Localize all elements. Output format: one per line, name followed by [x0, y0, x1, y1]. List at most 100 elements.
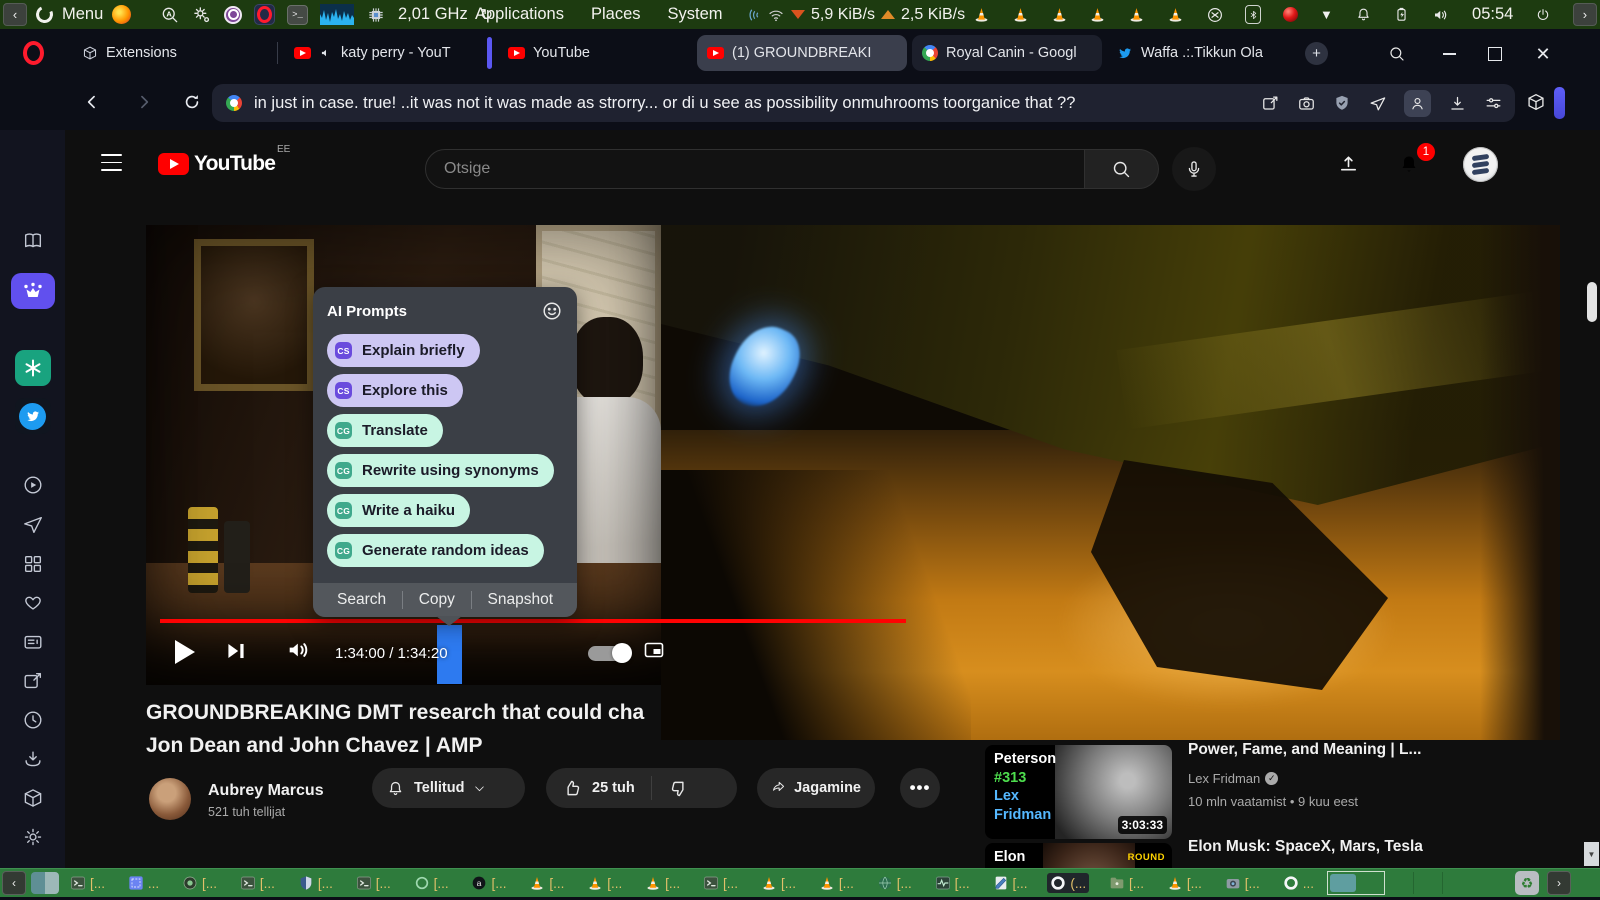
smiley-icon[interactable] [541, 300, 563, 322]
recording-indicator-icon[interactable] [1283, 7, 1299, 22]
sidebar-history[interactable] [0, 709, 65, 731]
prompt-explain-briefly[interactable]: CS Explain briefly [327, 334, 480, 367]
vlc-cone-icon[interactable] [1089, 6, 1106, 23]
bluetooth-icon[interactable] [1245, 5, 1262, 24]
progress-bar[interactable] [160, 619, 906, 623]
distro-logo-icon[interactable] [33, 3, 56, 26]
power-icon[interactable] [1535, 7, 1551, 23]
system-monitor-graph[interactable] [320, 4, 354, 25]
tab-royal-canin[interactable]: Royal Canin - Googl [912, 35, 1102, 71]
sidebar-aria-ai[interactable] [0, 273, 65, 309]
popup-search-button[interactable]: Search [337, 591, 386, 609]
taskbar-collapse-right-button[interactable]: › [1547, 871, 1571, 895]
taskbar-window-button[interactable]: [... [295, 873, 336, 893]
adblock-shield-icon[interactable] [1333, 94, 1351, 112]
terminal-launcher-icon[interactable]: >_ [287, 4, 308, 25]
sidebar-twitter[interactable] [0, 398, 65, 434]
profile-button[interactable] [1404, 89, 1431, 117]
channel-name[interactable]: Aubrey Marcus [208, 782, 324, 800]
vlc-cone-icon[interactable] [1167, 6, 1184, 23]
tab-extensions[interactable]: Extensions [72, 35, 272, 71]
tweaks-sliders-icon[interactable] [1484, 94, 1503, 113]
popup-snapshot-button[interactable]: Snapshot [488, 591, 554, 609]
search-tool-icon[interactable]: A [160, 5, 180, 25]
send-flow-icon[interactable] [1368, 94, 1387, 113]
workspace-switcher[interactable] [1327, 871, 1385, 895]
opera-menu-button[interactable] [16, 37, 50, 69]
sidebar-player[interactable] [0, 474, 65, 496]
share-button[interactable]: Jagamine [757, 768, 875, 808]
clock[interactable]: 05:54 [1472, 5, 1513, 24]
new-tab-button[interactable]: + [1305, 42, 1328, 65]
taskbar-window-button[interactable]: [... [353, 873, 394, 893]
opera-launcher-icon[interactable] [254, 4, 275, 25]
taskbar-window-button[interactable]: [... [932, 873, 973, 893]
minimize-button[interactable] [1436, 44, 1462, 64]
system-menu-button[interactable]: Menu [62, 5, 103, 24]
scrollbar-thumb[interactable] [1587, 282, 1597, 322]
prompt-explore-this[interactable]: CS Explore this [327, 374, 463, 407]
sidebar-bookmarks[interactable] [0, 230, 65, 252]
back-button[interactable] [82, 92, 102, 112]
tab-youtube[interactable]: YouTube [498, 35, 690, 71]
tor-browser-icon[interactable] [224, 5, 242, 24]
vlc-cone-icon[interactable] [973, 6, 990, 23]
sidebar-flow[interactable] [0, 514, 65, 536]
taskbar-window-button[interactable]: (... [1047, 873, 1090, 893]
prompt-write-haiku[interactable]: CG Write a haiku [327, 494, 471, 527]
voice-search-button[interactable] [1172, 147, 1216, 191]
taskbar-window-button[interactable]: [... [874, 873, 915, 893]
tab-waffa[interactable]: Waffa .:.Tikkun Ola [1107, 35, 1297, 71]
address-text[interactable]: in just in case. true! ..it was not it w… [254, 94, 1261, 113]
sidebar-settings[interactable] [0, 826, 65, 848]
reload-button[interactable] [182, 92, 202, 112]
taskbar-window-button[interactable]: [... [758, 873, 799, 893]
network-signal-icon[interactable]: ▼ [1320, 7, 1333, 22]
prompt-rewrite-synonyms[interactable]: CG Rewrite using synonyms [327, 454, 554, 487]
channel-avatar[interactable] [149, 778, 191, 820]
taskbar-window-button[interactable]: ... [1280, 873, 1317, 893]
sidebar-news-feed[interactable] [0, 631, 65, 653]
sidebar-pinboards[interactable] [0, 670, 65, 692]
search-input[interactable] [444, 160, 1020, 178]
recommended-title-2[interactable]: Elon Musk: SpaceX, Mars, Tesla [1188, 838, 1548, 856]
guide-menu-button[interactable] [101, 154, 122, 171]
taskbar-window-button[interactable]: [... [700, 873, 741, 893]
taskbar-window-button[interactable]: [... [237, 873, 278, 893]
forward-button[interactable] [134, 92, 154, 112]
menu-system[interactable]: System [668, 5, 723, 24]
taskbar-window-button[interactable]: a [... [468, 873, 509, 893]
recommended-thumbnail-2[interactable]: Elon ROUND [985, 843, 1172, 868]
sidebar-speed-dial[interactable] [0, 553, 65, 575]
account-avatar[interactable] [1463, 147, 1498, 182]
wifi-icon[interactable] [767, 6, 785, 24]
panel-collapse-right-button[interactable]: › [1572, 3, 1597, 26]
play-button[interactable] [175, 640, 195, 664]
recommended-title-1[interactable]: Power, Fame, and Meaning | L... [1188, 741, 1548, 759]
volume-button[interactable] [285, 636, 313, 664]
taskbar-window-button[interactable]: [... [584, 873, 625, 893]
taskbar-window-button[interactable]: [... [526, 873, 567, 893]
taskbar-window-button[interactable]: [... [990, 873, 1031, 893]
show-desktop-button[interactable] [31, 872, 59, 894]
tab-search-button[interactable] [1384, 44, 1410, 64]
sidebar-extensions[interactable] [0, 787, 65, 809]
like-button[interactable]: 25 tuh [546, 768, 651, 808]
taskbar-window-button[interactable]: [... [642, 873, 683, 893]
vlc-cone-icon[interactable] [1012, 6, 1029, 23]
firefox-icon[interactable] [112, 5, 132, 24]
tab-audio-icon[interactable] [319, 46, 333, 60]
volume-icon[interactable] [1432, 6, 1450, 24]
upload-icon[interactable] [1337, 152, 1360, 175]
dislike-button[interactable] [652, 768, 705, 808]
prompt-random-ideas[interactable]: CG Generate random ideas [327, 534, 544, 567]
scrollbar-down-arrow[interactable]: ▼ [1584, 842, 1599, 866]
popup-copy-button[interactable]: Copy [419, 591, 455, 609]
url-field[interactable]: in just in case. true! ..it was not it w… [212, 84, 1515, 122]
close-button[interactable]: ✕ [1530, 44, 1556, 64]
vlc-cone-icon[interactable] [1051, 6, 1068, 23]
maximize-button[interactable] [1482, 44, 1508, 64]
more-actions-button[interactable]: ••• [900, 768, 940, 808]
youtube-search-field[interactable] [425, 149, 1085, 189]
battery-icon[interactable] [1393, 6, 1410, 23]
